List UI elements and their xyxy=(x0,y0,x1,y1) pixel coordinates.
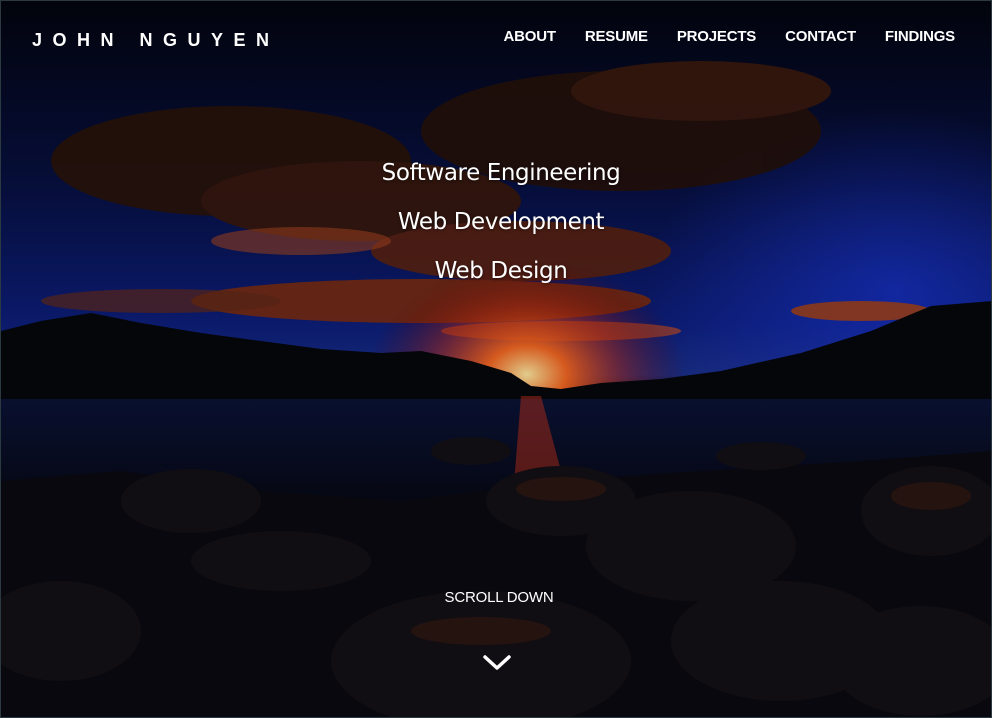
nav-link-about[interactable]: ABOUT xyxy=(504,28,557,45)
scroll-down-label[interactable]: SCROLL DOWN xyxy=(1,589,991,606)
nav-link-findings[interactable]: FINDINGS xyxy=(885,28,955,45)
nav-link-projects[interactable]: PROJECTS xyxy=(677,28,756,45)
tagline-software-engineering: Software Engineering xyxy=(381,160,621,186)
tagline-web-development: Web Development xyxy=(397,209,605,235)
hero-background-image xyxy=(1,1,991,717)
nav-link-contact[interactable]: CONTACT xyxy=(785,28,856,45)
main-nav: ABOUT RESUME PROJECTS CONTACT FINDINGS xyxy=(475,28,956,45)
nav-link-resume[interactable]: RESUME xyxy=(585,28,648,45)
hero-taglines: Software Engineering Web Development Web… xyxy=(1,149,991,296)
tagline-web-design: Web Design xyxy=(434,258,568,284)
chevron-down-icon[interactable] xyxy=(482,653,512,673)
site-logo[interactable]: JOHN NGUYEN xyxy=(32,30,280,51)
hero-section: JOHN NGUYEN ABOUT RESUME PROJECTS CONTAC… xyxy=(0,0,992,718)
